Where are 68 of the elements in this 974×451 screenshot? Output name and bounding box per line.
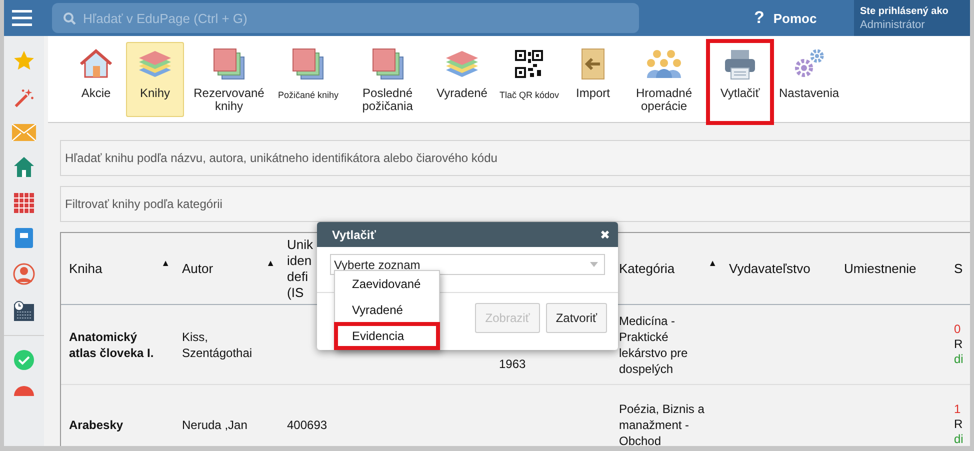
sort-arrow-icon[interactable]: ▲ [266,255,275,271]
check-icon[interactable] [13,349,35,371]
table-cell-text: Poézia, Biznis a manažment - Obchod [619,400,706,446]
column-header[interactable]: Unik iden defi (IS [287,236,314,300]
person-icon[interactable] [13,263,35,285]
status-text: R [954,337,964,352]
house-icon [80,47,112,81]
account-name: Administrátor [860,18,926,30]
table-cell-text: Medicína - Praktické lekárstvo pre dospelých [619,312,689,376]
toolbar-button[interactable]: Posledné požičania [346,42,429,117]
toolbar-button[interactable]: Knihy [126,42,184,117]
help-icon[interactable]: ? [754,8,764,28]
envelope-icon[interactable] [12,124,36,141]
people-icon [646,47,682,81]
book-search-field[interactable]: Hľadať knihu podľa názvu, autora, unikátneho identifikátora alebo čiarového kódu [60,140,970,176]
import-icon [579,47,608,81]
magic-wand-icon[interactable] [13,87,35,109]
notebook-icon[interactable] [15,228,33,248]
calendar-icon[interactable] [14,193,34,213]
table-cell: Arabesky [69,416,124,432]
column-header[interactable]: Autor [182,260,214,276]
column-header[interactable]: Kniha [69,260,102,276]
qr-code-icon [515,47,544,81]
cards-icon [370,47,405,81]
dialog-title: Vytlačiť [332,228,376,242]
account-panel[interactable]: Ste prihlásený ako Administrátor [854,0,970,36]
cards-icon [291,47,326,81]
star-icon[interactable] [13,50,35,72]
caret-icon [590,262,598,267]
toolbar-button[interactable]: Rezervované knihy [188,42,270,117]
toolbar-button[interactable]: Vytlačiť [709,42,772,122]
help-link[interactable]: Pomoc [773,10,817,26]
home-icon[interactable] [13,156,35,178]
count-text: 0 [954,322,962,337]
toolbar-button[interactable]: Tlač QR kódov [495,42,564,117]
sort-arrow-icon[interactable]: ▲ [708,255,717,271]
toolbar-button[interactable]: Vyradené [432,42,492,117]
column-header[interactable]: Umiestnenie [844,260,916,276]
toolbar-button[interactable]: Hromadné operácie [623,42,706,117]
sort-arrow-icon[interactable]: ▲ [161,255,170,271]
close-button[interactable]: ✖ [600,228,610,242]
toolbar-button[interactable]: Akcie [70,42,122,117]
column-header[interactable]: S [954,260,963,276]
search-field[interactable]: Hľadať v EduPage (Ctrl + G) [52,3,639,33]
dialog-button[interactable]: Zatvoriť [546,303,607,333]
category-filter-field[interactable]: Filtrovať knihy podľa kategórii [60,186,970,222]
table-cell: 400693 [287,416,328,432]
account-caption: Ste prihlásený ako [860,6,950,16]
printer-icon [723,47,758,81]
status-text: di [954,432,964,446]
column-header[interactable]: Kategória [619,260,675,276]
toolbar-button[interactable]: Nastavenia [775,42,844,117]
status-text: R [954,417,964,432]
search-icon [63,12,76,25]
table-cell: Neruda ,Jan [182,416,248,432]
cards-icon [212,47,246,81]
menu-option[interactable]: Evidencia [335,323,439,349]
table-cell-text: Anatomický atlas človeka I. [69,328,155,360]
table-cell-text: Kiss, Szentágothai [182,328,254,360]
menu-option[interactable]: Vyradené [335,297,439,323]
calendar-clock-icon[interactable] [13,300,35,322]
count-text: 1 [954,402,962,417]
column-header[interactable]: Vydavateľstvo [729,260,810,276]
table-cell: 1963 [499,356,526,372]
toolbar-button[interactable]: Požičané knihy [274,42,343,117]
menu-icon[interactable] [12,10,32,26]
status-text: di [954,352,964,367]
toolbar-button[interactable]: Import [567,42,620,117]
